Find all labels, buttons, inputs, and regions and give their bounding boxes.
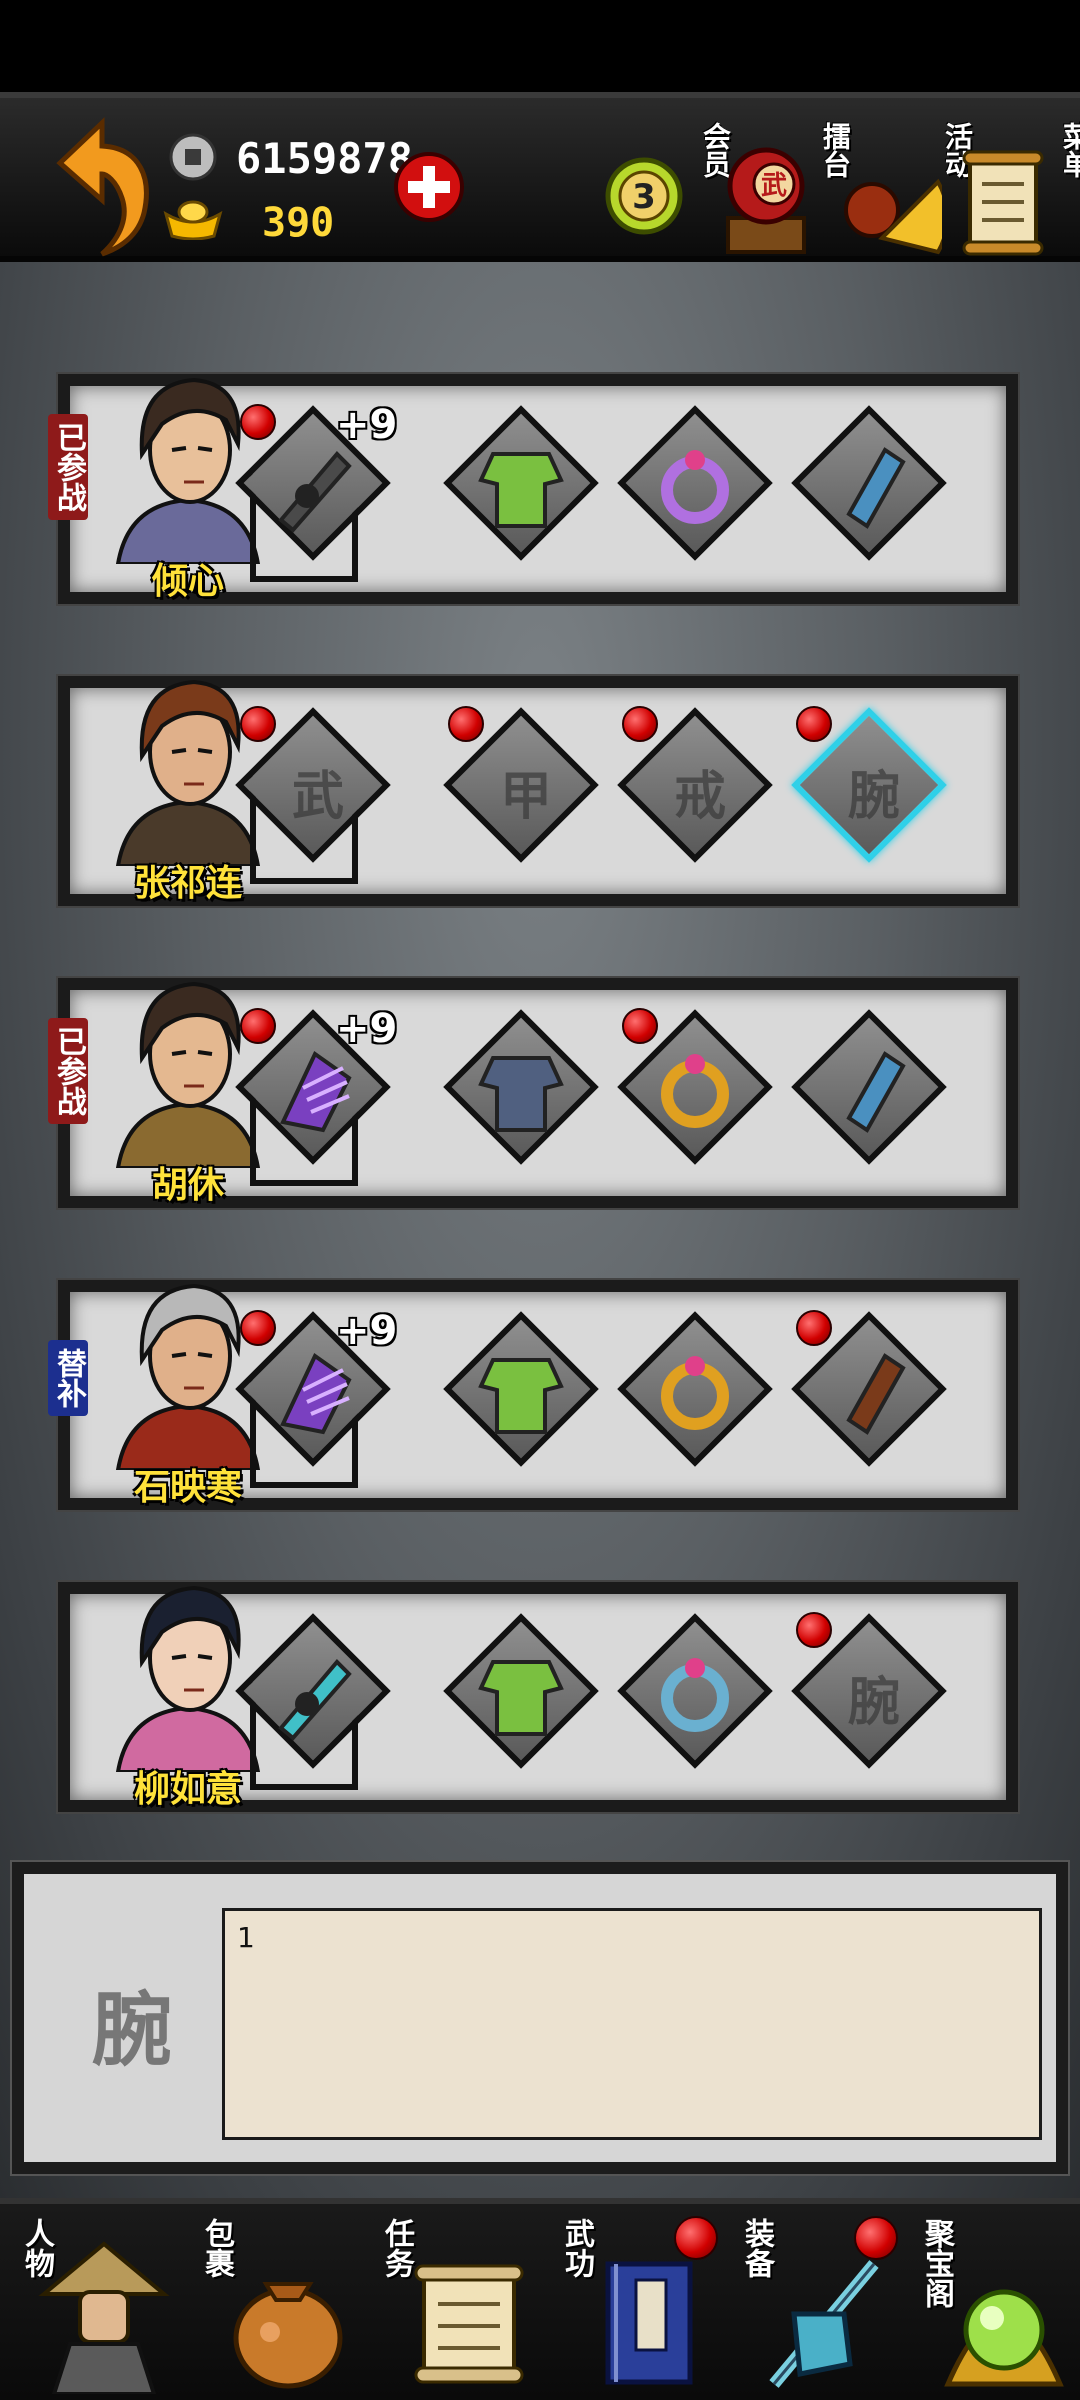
armor-slot[interactable] xyxy=(443,1310,599,1480)
hero-row: 张祁连武甲戒腕 xyxy=(58,676,1018,906)
nav-martial-arts[interactable]: 武功 xyxy=(550,2210,730,2400)
weapon-slot[interactable]: +9 xyxy=(235,1308,397,1488)
nav-equipment-label: 装备 xyxy=(739,2218,774,2278)
notification-dot xyxy=(240,1008,276,1044)
bracer-slot[interactable] xyxy=(791,1008,947,1178)
character-icon xyxy=(38,2241,170,2394)
quest-scroll-icon xyxy=(414,2264,524,2384)
item-detail-panel: 腕 1 xyxy=(12,1862,1068,2174)
menu-scroll-icon xyxy=(962,150,1044,256)
empty-slot-label: 腕 xyxy=(847,1672,900,1733)
add-currency-button[interactable] xyxy=(392,150,466,224)
bracer-slot[interactable] xyxy=(791,1310,947,1480)
weapon-slot[interactable]: 武 xyxy=(235,706,391,884)
svg-text:3: 3 xyxy=(632,177,656,217)
nav-treasure-label: 聚宝阁 xyxy=(919,2218,954,2308)
ring-slot[interactable] xyxy=(617,1612,773,1782)
status-bar xyxy=(0,0,1080,92)
hero-row: 倾心 已参战 +9 xyxy=(48,374,1018,604)
ring-slot[interactable] xyxy=(617,404,773,574)
upgrade-level: +9 xyxy=(336,1006,398,1052)
gold-ingot-icon xyxy=(163,200,223,240)
nav-bag-label: 包裹 xyxy=(199,2218,234,2278)
equipment-screen: 倾心 已参战 +9 张祁连武甲戒腕胡休 已参战 +9 石映寒 替补 +9 柳如意腕 腕 1 xyxy=(0,262,1080,2198)
bracer-slot[interactable]: 腕 xyxy=(791,706,947,876)
ring-slot[interactable]: 戒 xyxy=(617,706,773,876)
bottom-nav: 人物 包裹 任务 武功 装备 聚宝阁 xyxy=(0,2198,1080,2400)
bag-icon xyxy=(233,2282,343,2389)
notification-dot xyxy=(622,706,658,742)
notification-dot xyxy=(796,1310,832,1346)
nav-martial-arts-label: 武功 xyxy=(559,2218,594,2278)
empty-slot-label: 腕 xyxy=(847,766,900,827)
substitute-tag: 替补 xyxy=(48,1340,88,1416)
ring-slot[interactable] xyxy=(617,1008,773,1178)
armor-slot[interactable] xyxy=(443,404,599,574)
nav-character-label: 人物 xyxy=(19,2218,54,2278)
weapon-slot[interactable]: +9 xyxy=(235,1006,397,1186)
item-description-box: 1 xyxy=(222,1908,1042,2140)
armor-slot[interactable]: 甲 xyxy=(443,706,599,876)
upgrade-level: +9 xyxy=(336,402,398,448)
notification-dot xyxy=(240,706,276,742)
notification-dot xyxy=(240,404,276,440)
top-menu-arena[interactable]: 武 擂台 xyxy=(720,118,860,258)
top-bar: 6159878 390 3 会员 武 擂台 活动 菜单 xyxy=(0,92,1080,262)
arena-drum-icon: 武 xyxy=(726,147,806,254)
empty-slot-label: 戒 xyxy=(673,766,726,827)
events-fan-icon xyxy=(844,178,942,255)
hero-row: 胡休 已参战 +9 xyxy=(48,978,1018,1208)
nav-equipment[interactable]: 装备 xyxy=(730,2210,910,2400)
nav-character[interactable]: 人物 xyxy=(10,2210,190,2400)
nav-treasure[interactable]: 聚宝阁 xyxy=(910,2210,1080,2400)
menu-label: 菜单 xyxy=(1059,122,1080,178)
hero-row: 柳如意腕 xyxy=(58,1582,1018,1812)
nav-quest-label: 任务 xyxy=(379,2218,414,2278)
armor-slot[interactable] xyxy=(443,1612,599,1782)
notification-dot xyxy=(854,2216,898,2260)
nav-quest[interactable]: 任务 xyxy=(370,2210,550,2400)
notification-dot xyxy=(796,706,832,742)
treasure-orb-icon xyxy=(944,2289,1064,2387)
detail-slot-label: 腕 xyxy=(92,1983,172,2077)
bracer-slot[interactable]: 腕 xyxy=(791,1612,947,1782)
in-battle-tag: 已参战 xyxy=(48,414,88,520)
hero-row: 石映寒 替补 +9 xyxy=(48,1280,1018,1510)
notification-dot xyxy=(796,1612,832,1648)
ring-slot[interactable] xyxy=(617,1310,773,1480)
empty-slot-label: 甲 xyxy=(499,766,552,827)
silver-coin-icon xyxy=(169,133,217,181)
top-menu-main[interactable]: 菜单 xyxy=(960,118,1080,258)
upgrade-level: +9 xyxy=(336,1308,398,1354)
top-menu-vip[interactable]: 3 会员 xyxy=(600,118,740,258)
in-battle-tag: 已参战 xyxy=(48,1018,88,1124)
nav-bag[interactable]: 包裹 xyxy=(190,2210,370,2400)
back-arrow-icon[interactable] xyxy=(40,108,160,258)
armor-slot[interactable] xyxy=(443,1008,599,1178)
vip-badge-icon: 3 xyxy=(605,157,683,235)
empty-slot-label: 武 xyxy=(291,766,344,827)
weapon-slot[interactable]: +9 xyxy=(235,402,397,582)
notification-dot xyxy=(448,706,484,742)
svg-text:武: 武 xyxy=(761,171,787,201)
silver-amount: 6159878 xyxy=(236,134,414,183)
notification-dot xyxy=(674,2216,718,2260)
weapon-slot[interactable] xyxy=(235,1612,391,1790)
notification-dot xyxy=(622,1008,658,1044)
item-description-text: 1 xyxy=(237,1921,255,1954)
bracer-slot[interactable] xyxy=(791,404,947,574)
notification-dot xyxy=(240,1310,276,1346)
gold-amount: 390 xyxy=(262,200,335,246)
